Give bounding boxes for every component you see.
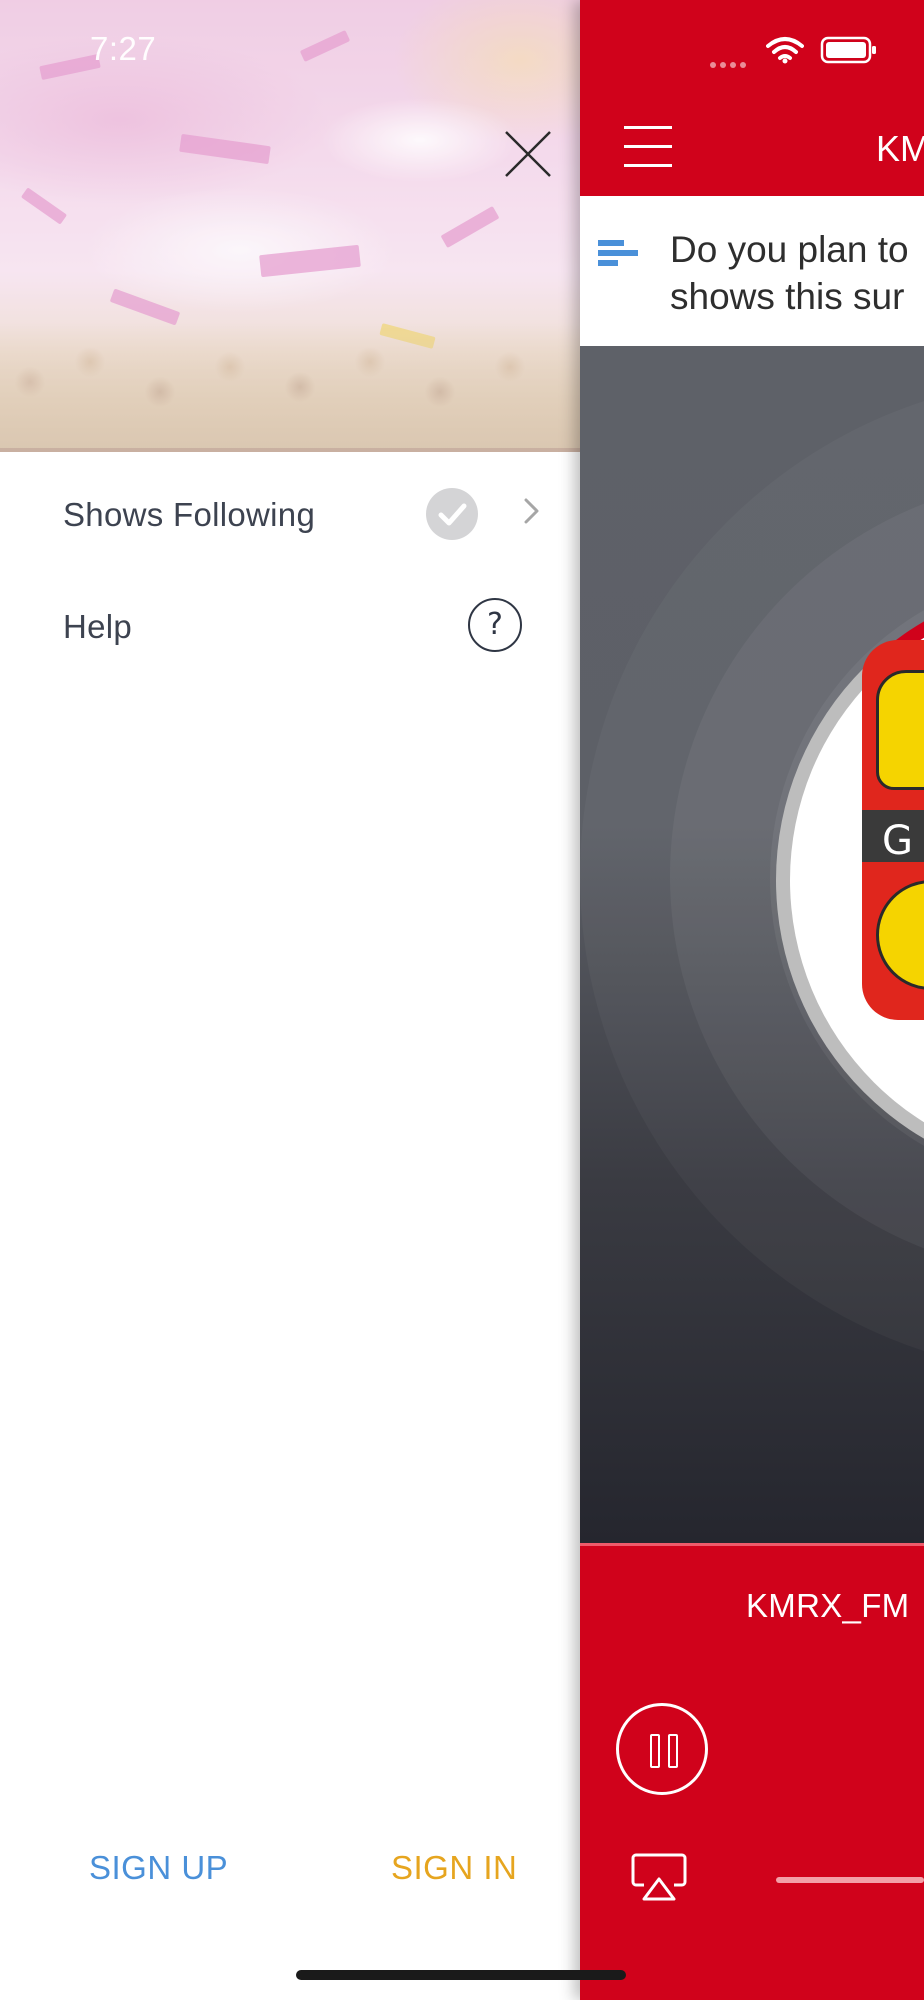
app-title: KM	[876, 128, 924, 169]
drawer-header-image	[0, 0, 580, 452]
player-controls: KMRX_FM	[580, 1543, 924, 2000]
poll-bars-icon	[598, 240, 638, 266]
menu-item-help[interactable]: Help ?	[0, 580, 580, 680]
logo-shape	[876, 880, 924, 990]
home-indicator	[296, 1970, 626, 1980]
menu-item-shows-following[interactable]: Shows Following	[0, 464, 580, 564]
close-icon	[505, 131, 551, 177]
now-playing-station: KMRX_FM	[746, 1587, 910, 1624]
poll-question-line-1: Do you plan to	[670, 229, 909, 270]
chevron-right-icon	[524, 498, 539, 524]
sign-in-button[interactable]: SIGN IN	[391, 1849, 517, 1887]
pause-icon	[650, 1734, 660, 1768]
status-bar-time: 7:27	[90, 30, 157, 67]
menu-item-label: Help	[63, 608, 133, 645]
logo-letter: G	[882, 818, 913, 864]
player-divider	[580, 1543, 924, 1546]
volume-slider[interactable]	[776, 1877, 924, 1883]
close-drawer-button[interactable]	[500, 126, 556, 182]
menu-item-label: Shows Following	[63, 496, 316, 533]
check-circle-icon	[426, 488, 478, 540]
poll-question-line-2: shows this sur	[670, 276, 905, 317]
wifi-icon	[766, 37, 804, 64]
cellular-signal-icon	[710, 55, 754, 68]
logo-shape	[876, 670, 924, 790]
app-main-panel[interactable]: KM Do you plan to shows this sur G KMRX_…	[580, 0, 924, 2000]
station-logo-card: G	[862, 640, 924, 1020]
question-circle-icon: ?	[468, 598, 522, 652]
pause-button[interactable]	[616, 1703, 708, 1795]
hero-divider	[0, 448, 580, 452]
pause-icon	[668, 1734, 678, 1768]
battery-icon	[820, 36, 876, 64]
sign-up-button[interactable]: SIGN UP	[89, 1849, 228, 1887]
hero-overlay	[0, 0, 580, 452]
side-drawer: 7:27 Shows Following Help ? SIGN UP SIGN…	[0, 0, 580, 2000]
poll-question: Do you plan to shows this sur	[670, 226, 924, 320]
airplay-icon[interactable]	[630, 1853, 688, 1903]
album-art-area: G	[580, 346, 924, 1543]
poll-banner[interactable]: Do you plan to shows this sur	[580, 196, 924, 346]
hamburger-menu-button[interactable]	[624, 126, 674, 167]
app-header: KM	[580, 0, 924, 196]
